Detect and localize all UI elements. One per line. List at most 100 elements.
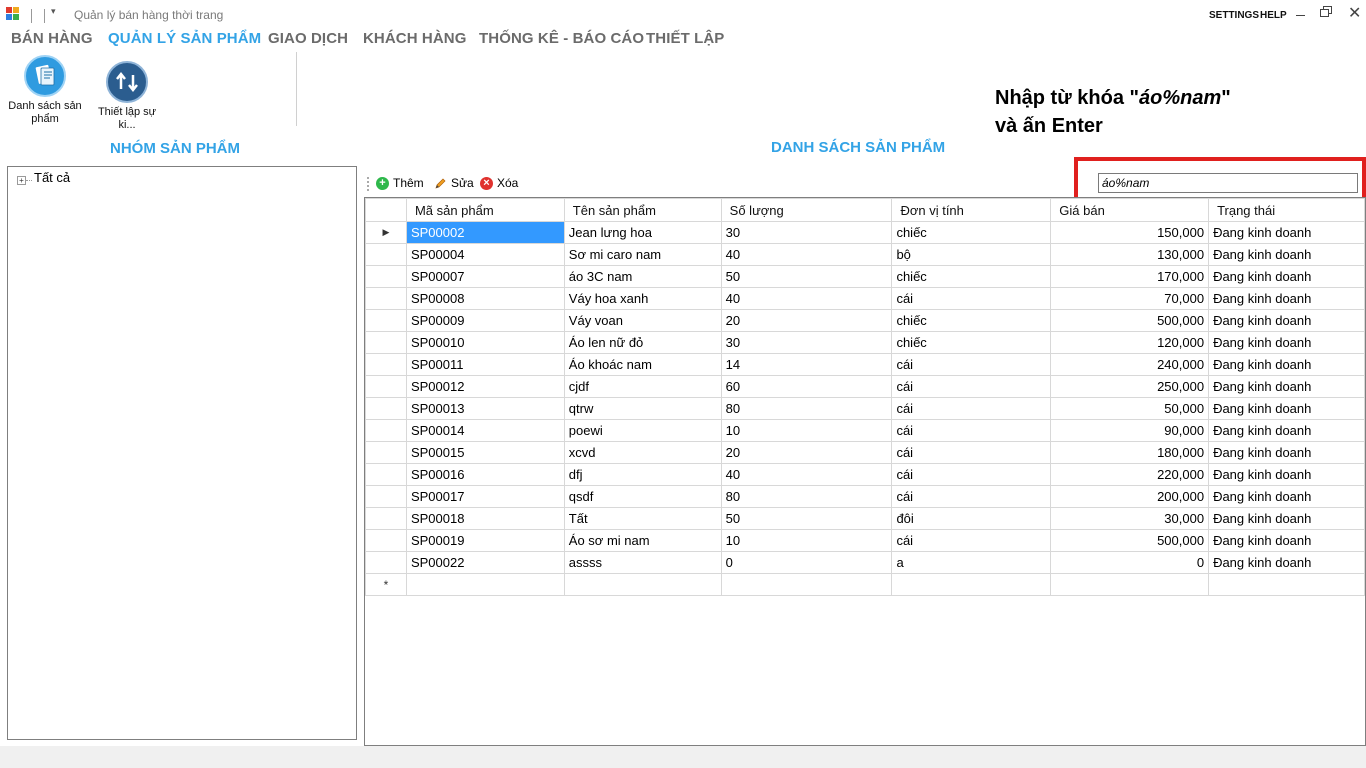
cell-don-vi-tinh[interactable]: cái bbox=[891, 463, 1052, 486]
column-header-ten-san-pham[interactable]: Tên sản phẩm bbox=[563, 198, 722, 222]
cell-ten-san-pham[interactable]: Jean lưng hoa bbox=[563, 221, 722, 244]
cell-so-luong[interactable]: 40 bbox=[720, 463, 893, 486]
cell-gia-ban[interactable]: 0 bbox=[1050, 551, 1210, 574]
row-header[interactable] bbox=[365, 353, 407, 376]
cell-ma-san-pham[interactable]: SP00004 bbox=[405, 243, 565, 266]
cell-so-luong[interactable]: 30 bbox=[720, 331, 893, 354]
cell-ma-san-pham[interactable]: SP00013 bbox=[405, 397, 565, 420]
cell-so-luong[interactable]: 30 bbox=[720, 221, 893, 244]
menu-thiet-lap[interactable]: THIẾT LẬP bbox=[646, 30, 724, 47]
cell-so-luong[interactable]: 20 bbox=[720, 441, 893, 464]
cell-gia-ban[interactable]: 50,000 bbox=[1050, 397, 1210, 420]
cell-gia-ban[interactable]: 500,000 bbox=[1050, 529, 1210, 552]
row-header[interactable] bbox=[365, 397, 407, 420]
cell-trang-thai[interactable]: Đang kinh doanh bbox=[1208, 529, 1365, 552]
cell-gia-ban[interactable]: 240,000 bbox=[1050, 353, 1210, 376]
cell-so-luong[interactable]: 50 bbox=[720, 265, 893, 288]
restore-button[interactable] bbox=[1320, 6, 1334, 18]
cell-ma-san-pham[interactable]: SP00008 bbox=[405, 287, 565, 310]
cell-gia-ban[interactable]: 150,000 bbox=[1050, 221, 1210, 244]
product-grid[interactable]: Mã sản phẩm Tên sản phẩm Số lượng Đơn vị… bbox=[364, 197, 1366, 746]
cell-so-luong[interactable]: 40 bbox=[720, 243, 893, 266]
new-row-cell[interactable] bbox=[1050, 573, 1210, 596]
close-button[interactable]: ✕ bbox=[1348, 3, 1361, 23]
cell-so-luong[interactable]: 20 bbox=[720, 309, 893, 332]
cell-trang-thai[interactable]: Đang kinh doanh bbox=[1208, 353, 1365, 376]
cell-don-vi-tinh[interactable]: cái bbox=[891, 441, 1052, 464]
table-row[interactable]: SP00017 qsdf 80 cái 200,000 Đang kinh doanh bbox=[365, 485, 1365, 508]
cell-ma-san-pham[interactable]: SP00007 bbox=[405, 265, 565, 288]
cell-so-luong[interactable]: 80 bbox=[720, 485, 893, 508]
cell-ma-san-pham[interactable]: SP00018 bbox=[405, 507, 565, 530]
cell-trang-thai[interactable]: Đang kinh doanh bbox=[1208, 331, 1365, 354]
cell-ten-san-pham[interactable]: Váy voan bbox=[563, 309, 722, 332]
cell-ten-san-pham[interactable]: poewi bbox=[563, 419, 722, 442]
cell-ma-san-pham[interactable]: SP00011 bbox=[405, 353, 565, 376]
cell-ten-san-pham[interactable]: assss bbox=[563, 551, 722, 574]
cell-ten-san-pham[interactable]: qtrw bbox=[563, 397, 722, 420]
cell-ten-san-pham[interactable]: Tất bbox=[563, 507, 722, 530]
row-header[interactable] bbox=[365, 529, 407, 552]
help-link[interactable]: HELP bbox=[1260, 10, 1287, 21]
cell-gia-ban[interactable]: 120,000 bbox=[1050, 331, 1210, 354]
menu-ban-hang[interactable]: BÁN HÀNG bbox=[11, 30, 93, 47]
table-row[interactable]: SP00011 Áo khoác nam 14 cái 240,000 Đang kinh… bbox=[365, 353, 1365, 376]
delete-button[interactable]: × Xóa bbox=[480, 176, 518, 190]
cell-gia-ban[interactable]: 500,000 bbox=[1050, 309, 1210, 332]
table-row[interactable]: SP00022 assss 0 a 0 Đang kinh doanh bbox=[365, 551, 1365, 574]
row-header[interactable] bbox=[365, 485, 407, 508]
cell-ma-san-pham[interactable]: SP00009 bbox=[405, 309, 565, 332]
menu-thong-ke-bao-cao[interactable]: THỐNG KÊ - BÁO CÁO bbox=[479, 30, 644, 47]
cell-so-luong[interactable]: 10 bbox=[720, 529, 893, 552]
row-header[interactable] bbox=[365, 375, 407, 398]
cell-don-vi-tinh[interactable]: cái bbox=[891, 419, 1052, 442]
cell-ma-san-pham[interactable]: SP00017 bbox=[405, 485, 565, 508]
add-button[interactable]: + Thêm bbox=[376, 176, 424, 190]
app-icon[interactable] bbox=[6, 7, 20, 21]
table-row[interactable]: SP00008 Váy hoa xanh 40 cái 70,000 Đang kinh … bbox=[365, 287, 1365, 310]
row-header[interactable] bbox=[365, 331, 407, 354]
row-header[interactable] bbox=[365, 441, 407, 464]
table-row[interactable]: SP00019 Áo sơ mi nam 10 cái 500,000 Đang kinh… bbox=[365, 529, 1365, 552]
cell-trang-thai[interactable]: Đang kinh doanh bbox=[1208, 221, 1365, 244]
current-row-indicator-icon[interactable]: ▶ bbox=[365, 221, 407, 244]
setup-button[interactable]: Thiết lập sự ki... bbox=[88, 61, 166, 132]
cell-ten-san-pham[interactable]: dfj bbox=[563, 463, 722, 486]
menu-khach-hang[interactable]: KHÁCH HÀNG bbox=[363, 30, 467, 47]
cell-so-luong[interactable]: 80 bbox=[720, 397, 893, 420]
row-header[interactable] bbox=[365, 287, 407, 310]
cell-don-vi-tinh[interactable]: chiếc bbox=[891, 331, 1052, 354]
tree-node-all[interactable]: Tất cả bbox=[34, 170, 70, 185]
table-row[interactable]: SP00014 poewi 10 cái 90,000 Đang kinh doanh bbox=[365, 419, 1365, 442]
cell-gia-ban[interactable]: 220,000 bbox=[1050, 463, 1210, 486]
row-header[interactable] bbox=[365, 551, 407, 574]
row-header[interactable] bbox=[365, 507, 407, 530]
cell-ten-san-pham[interactable]: Sơ mi caro nam bbox=[563, 243, 722, 266]
row-header[interactable] bbox=[365, 309, 407, 332]
cell-ma-san-pham[interactable]: SP00012 bbox=[405, 375, 565, 398]
cell-gia-ban[interactable]: 180,000 bbox=[1050, 441, 1210, 464]
cell-don-vi-tinh[interactable]: chiếc bbox=[891, 265, 1052, 288]
cell-don-vi-tinh[interactable]: cái bbox=[891, 397, 1052, 420]
table-row[interactable]: SP00009 Váy voan 20 chiếc 500,000 Đang kinh d… bbox=[365, 309, 1365, 332]
cell-so-luong[interactable]: 0 bbox=[720, 551, 893, 574]
cell-trang-thai[interactable]: Đang kinh doanh bbox=[1208, 507, 1365, 530]
quick-access-dropdown-icon[interactable]: ▾ bbox=[51, 6, 56, 17]
cell-gia-ban[interactable]: 30,000 bbox=[1050, 507, 1210, 530]
menu-quan-ly-san-pham[interactable]: QUẢN LÝ SẢN PHẨM bbox=[108, 30, 261, 47]
column-header-so-luong[interactable]: Số lượng bbox=[720, 198, 893, 222]
cell-don-vi-tinh[interactable]: cái bbox=[891, 375, 1052, 398]
cell-gia-ban[interactable]: 90,000 bbox=[1050, 419, 1210, 442]
cell-trang-thai[interactable]: Đang kinh doanh bbox=[1208, 309, 1365, 332]
table-row[interactable]: SP00007 áo 3C nam 50 chiếc 170,000 Đang kinh … bbox=[365, 265, 1365, 288]
cell-don-vi-tinh[interactable]: cái bbox=[891, 529, 1052, 552]
row-header[interactable] bbox=[365, 265, 407, 288]
cell-don-vi-tinh[interactable]: bộ bbox=[891, 243, 1052, 266]
cell-ma-san-pham[interactable]: SP00016 bbox=[405, 463, 565, 486]
cell-don-vi-tinh[interactable]: cái bbox=[891, 485, 1052, 508]
column-header-trang-thai[interactable]: Trạng thái bbox=[1208, 198, 1365, 222]
cell-ten-san-pham[interactable]: xcvd bbox=[563, 441, 722, 464]
cell-ten-san-pham[interactable]: Áo sơ mi nam bbox=[563, 529, 722, 552]
tree-expand-icon[interactable]: + bbox=[17, 176, 26, 185]
row-header[interactable] bbox=[365, 243, 407, 266]
